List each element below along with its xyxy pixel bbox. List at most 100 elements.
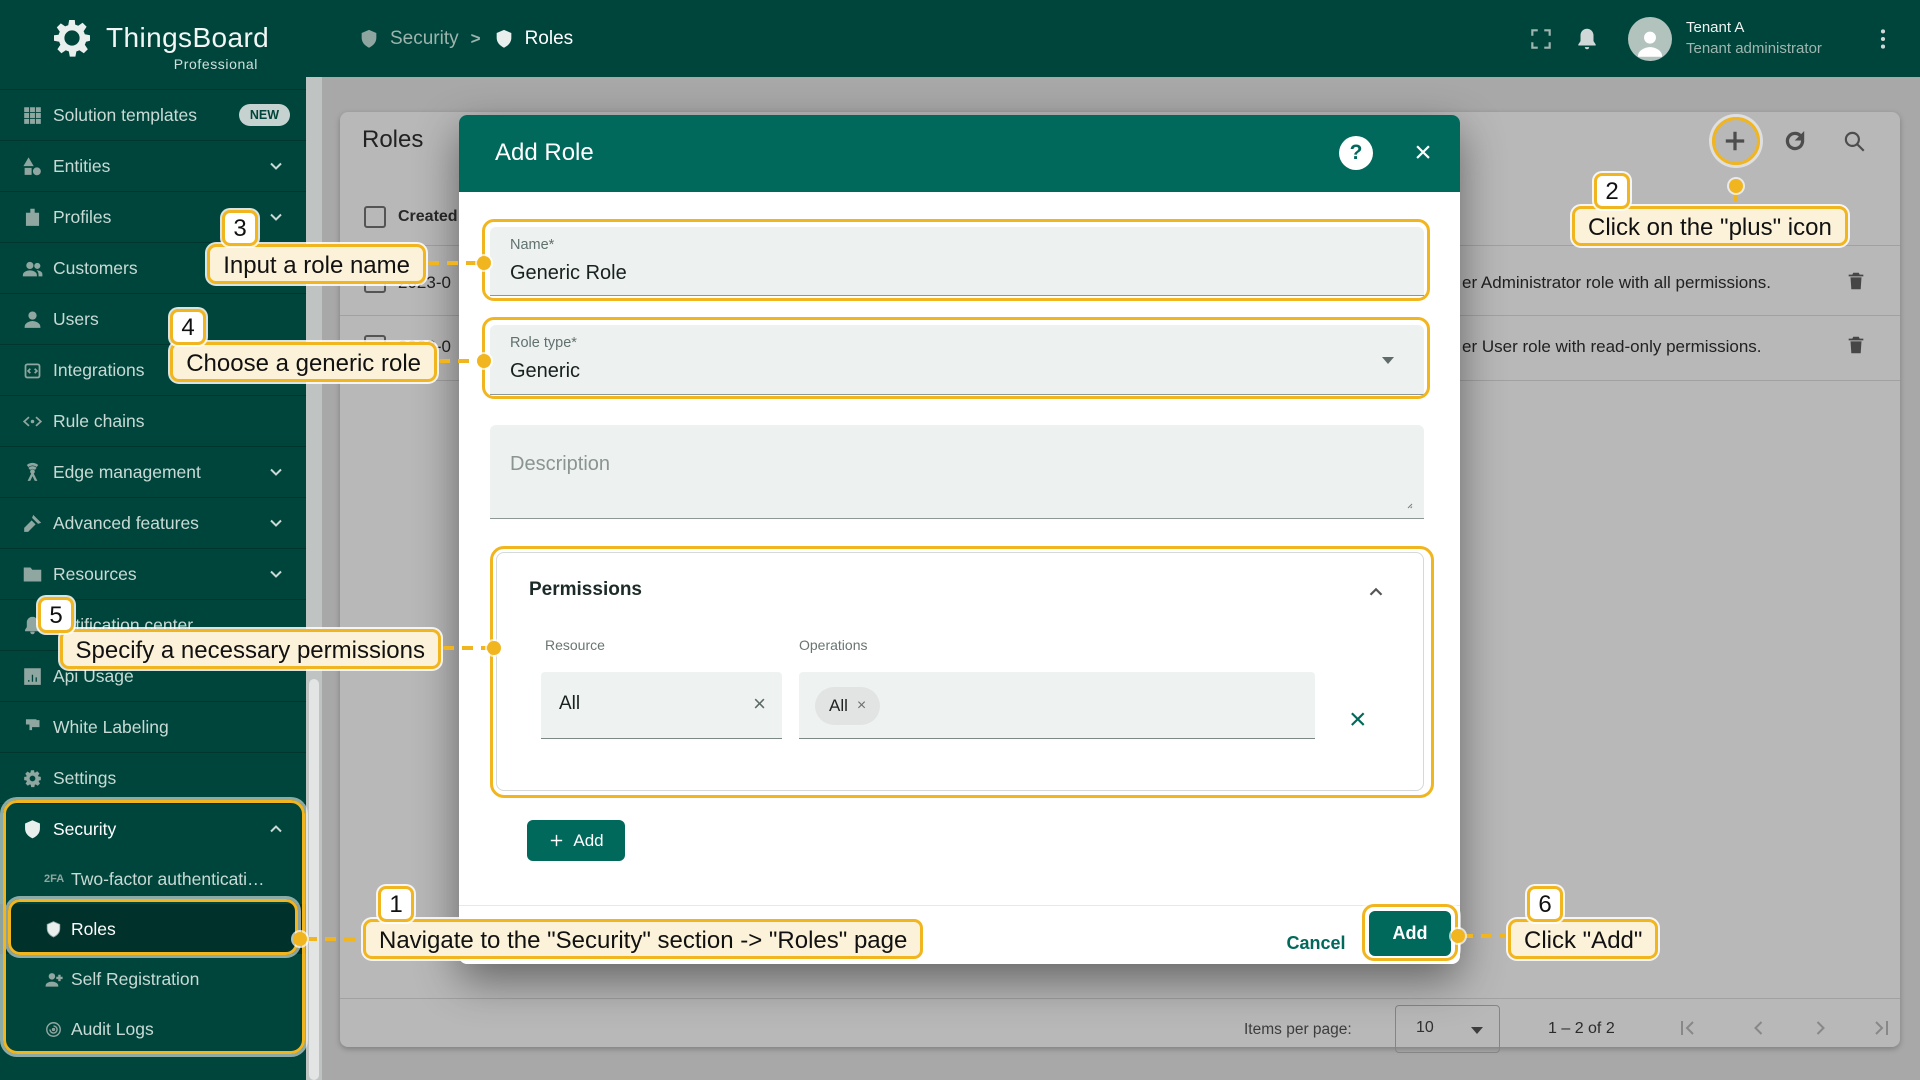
- description-field[interactable]: Description: [490, 425, 1424, 519]
- audit-icon: [44, 1020, 63, 1039]
- permissions-section: Permissions Resource Operations All × Al…: [496, 552, 1424, 791]
- person-icon: [22, 309, 43, 330]
- close-icon[interactable]: ×: [1403, 133, 1443, 173]
- person-icon: [1633, 27, 1667, 61]
- fullscreen-icon: [1528, 26, 1554, 52]
- step-label-6: Click "Add": [1508, 919, 1658, 959]
- sidebar-scrollbar[interactable]: [306, 77, 322, 1080]
- sidebar-item-label: Profiles: [53, 207, 111, 228]
- sidebar-item-label: Customers: [53, 258, 138, 279]
- more-menu-button[interactable]: [1860, 26, 1906, 52]
- breadcrumb-security[interactable]: Security: [358, 28, 459, 50]
- resource-column-label: Resource: [545, 637, 605, 653]
- help-icon[interactable]: ?: [1339, 136, 1373, 170]
- sidebar-item-label: Entities: [53, 156, 110, 177]
- scrollbar-thumb[interactable]: [309, 679, 319, 1080]
- people-icon: [22, 258, 43, 279]
- sidebar-item-users[interactable]: Users: [0, 293, 306, 344]
- role-type-select[interactable]: Role type* Generic: [490, 325, 1424, 395]
- folder-icon: [22, 564, 43, 585]
- name-field-label: Name*: [510, 237, 554, 253]
- sidebar-item-label: Advanced features: [53, 513, 199, 534]
- cancel-button[interactable]: Cancel: [1271, 922, 1361, 964]
- remove-permission-row-icon[interactable]: ×: [1349, 703, 1367, 737]
- sidebar-item-advanced-features[interactable]: Advanced features: [0, 497, 306, 548]
- sidebar-item-label: Roles: [71, 919, 116, 940]
- breadcrumb-roles[interactable]: Roles: [493, 28, 574, 50]
- sidebar-item-label: White Labeling: [53, 717, 169, 738]
- sidebar-item-edge-management[interactable]: Edge management: [0, 446, 306, 497]
- sidebar-item-self-registration[interactable]: Self Registration: [0, 954, 306, 1004]
- user-role: Tenant administrator: [1686, 39, 1846, 59]
- resource-select[interactable]: All ×: [541, 672, 782, 739]
- sidebar-item-label: Resources: [53, 564, 137, 585]
- divider: [459, 905, 1460, 906]
- app-logo[interactable]: ThingsBoard Professional: [48, 12, 288, 72]
- sidebar-item-white-labeling[interactable]: White Labeling: [0, 701, 306, 752]
- chevron-up-icon: [266, 819, 286, 839]
- plus-icon: [548, 832, 565, 849]
- step-badge-3: 3: [222, 210, 258, 246]
- shapes-icon: [22, 156, 43, 177]
- chevron-down-icon: [266, 513, 286, 533]
- sidebar-item-roles[interactable]: Roles: [0, 904, 306, 954]
- resize-handle-icon[interactable]: [1398, 494, 1414, 510]
- sidebar-item-label: Users: [53, 309, 99, 330]
- tools-icon: [22, 513, 43, 534]
- sidebar-item-label: Solution templates: [53, 105, 197, 126]
- kebab-icon: [1870, 26, 1896, 52]
- resource-value: All: [559, 693, 580, 715]
- shield-icon: [22, 819, 43, 840]
- sidebar-item-rule-chains[interactable]: Rule chains: [0, 395, 306, 446]
- add-permission-button[interactable]: Add: [527, 820, 625, 861]
- person-add-icon: [44, 970, 63, 989]
- sidebar-item-label: Security: [53, 819, 116, 840]
- chevron-down-icon: [266, 156, 286, 176]
- sidebar-item-profiles[interactable]: Profiles: [0, 191, 306, 242]
- step-badge-1: 1: [378, 886, 414, 922]
- dialog-header: [459, 115, 1460, 192]
- fullscreen-button[interactable]: [1518, 26, 1564, 52]
- add-role-dialog: Add Role ? × Name* Generic Role Role typ…: [459, 115, 1460, 964]
- sidebar-item-entities[interactable]: Entities: [0, 140, 306, 191]
- callout-connector: [443, 646, 492, 650]
- chip-remove-icon[interactable]: ×: [857, 697, 866, 715]
- shield-icon: [358, 28, 380, 50]
- chevron-down-icon: [266, 207, 286, 227]
- step-label-3: Input a role name: [207, 244, 426, 284]
- paint-icon: [22, 717, 43, 738]
- chevron-down-icon: [266, 462, 286, 482]
- new-badge: NEW: [239, 104, 290, 126]
- name-field[interactable]: Name* Generic Role: [490, 227, 1424, 296]
- brand-edition: Professional: [106, 56, 258, 72]
- breadcrumb-security-label: Security: [390, 28, 459, 50]
- callout-anchor-dot: [487, 641, 501, 655]
- callout-anchor-dot: [477, 354, 491, 368]
- clear-icon[interactable]: ×: [753, 691, 766, 717]
- gear-icon: [22, 768, 43, 789]
- operations-select[interactable]: All ×: [799, 672, 1315, 739]
- callout-anchor-dot: [1729, 179, 1743, 193]
- code-brackets-icon: [22, 411, 43, 432]
- breadcrumb-roles-label: Roles: [525, 28, 574, 50]
- sidebar-item-resources[interactable]: Resources: [0, 548, 306, 599]
- add-button[interactable]: Add: [1369, 911, 1451, 956]
- shield-icon: [44, 920, 63, 939]
- sidebar-item-settings[interactable]: Settings: [0, 752, 306, 803]
- sidebar-item-solution-templates[interactable]: Solution templates NEW: [0, 89, 306, 140]
- operations-chip[interactable]: All ×: [815, 687, 880, 725]
- chip-label: All: [829, 696, 848, 716]
- user-info[interactable]: Tenant A Tenant administrator: [1686, 18, 1846, 59]
- name-field-value: Generic Role: [510, 262, 627, 285]
- sidebar-item-audit-logs[interactable]: Audit Logs: [0, 1004, 306, 1054]
- user-avatar[interactable]: [1628, 17, 1672, 61]
- sidebar-item-two-factor-authentication[interactable]: 2FA Two-factor authenticati…: [0, 854, 306, 904]
- notifications-button[interactable]: [1564, 26, 1610, 52]
- callout-connector: [428, 261, 480, 265]
- sidebar-item-security[interactable]: Security: [0, 803, 306, 854]
- dropdown-arrow-icon: [1382, 357, 1394, 364]
- description-placeholder: Description: [510, 453, 610, 476]
- grid-icon: [22, 105, 43, 126]
- bell-icon: [1574, 26, 1600, 52]
- collapse-chevron-icon[interactable]: [1365, 581, 1387, 603]
